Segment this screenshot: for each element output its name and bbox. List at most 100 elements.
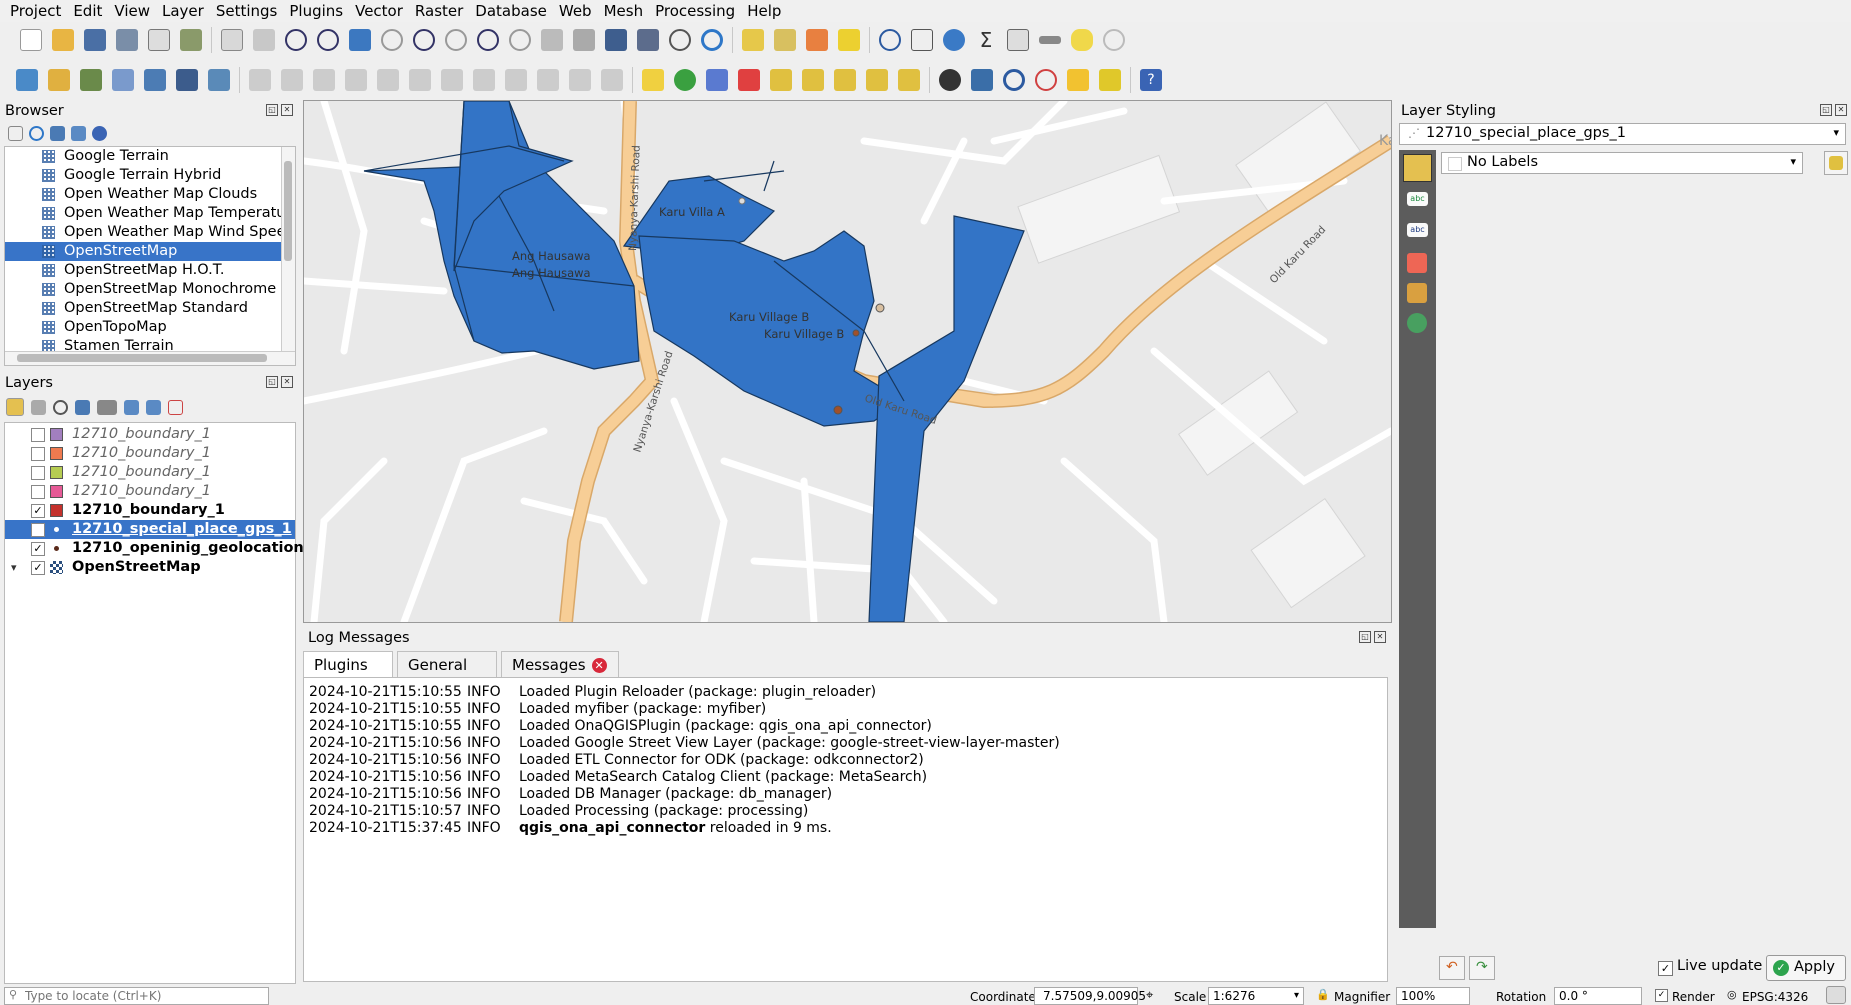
crs-button[interactable]: EPSG:4326 bbox=[1742, 990, 1808, 1004]
bookmark-icon[interactable] bbox=[605, 29, 627, 51]
digitize-icon[interactable] bbox=[208, 69, 230, 91]
move-label-icon[interactable] bbox=[770, 69, 792, 91]
menu-item-settings[interactable]: Settings bbox=[210, 0, 284, 22]
new-temporary-layer-icon[interactable] bbox=[144, 69, 166, 91]
labels-mode-combo[interactable]: No Labels ▾ bbox=[1441, 152, 1803, 174]
odk-connector-icon[interactable] bbox=[1099, 69, 1121, 91]
symbology-tab-icon[interactable] bbox=[1403, 154, 1432, 182]
new-geopackage-icon[interactable] bbox=[48, 69, 70, 91]
browser-vscrollbar[interactable] bbox=[281, 147, 295, 351]
refresh-icon[interactable] bbox=[701, 29, 723, 51]
select-features-icon[interactable] bbox=[742, 29, 764, 51]
temporal-controller-icon[interactable] bbox=[669, 29, 691, 51]
python-console-icon[interactable] bbox=[971, 69, 993, 91]
show-hide-labels-icon[interactable] bbox=[866, 69, 888, 91]
new-map-view-icon[interactable] bbox=[541, 29, 563, 51]
messages-icon[interactable] bbox=[1826, 986, 1846, 1004]
new-3d-map-icon[interactable] bbox=[573, 29, 595, 51]
save-project-icon[interactable] bbox=[84, 29, 106, 51]
browser-dock-buttons[interactable]: ◱ ✕ bbox=[266, 104, 293, 116]
modify-attributes-icon[interactable] bbox=[409, 69, 431, 91]
manage-visibility-icon[interactable] bbox=[53, 399, 68, 415]
label-properties-icon[interactable] bbox=[898, 69, 920, 91]
render-checkbox[interactable]: ✓ bbox=[1655, 989, 1668, 1002]
browser-item[interactable]: Google Terrain Hybrid bbox=[5, 166, 281, 185]
tab-general[interactable]: General✕ bbox=[397, 651, 497, 699]
log-text-area[interactable]: 2024-10-21T15:10:55 INFO Loaded Plugin Rel… bbox=[303, 677, 1388, 982]
zoom-full-icon[interactable] bbox=[349, 29, 371, 51]
open-table-icon[interactable] bbox=[1007, 29, 1029, 51]
add-selected-icon[interactable] bbox=[8, 125, 23, 141]
ona-plugin-icon[interactable] bbox=[1067, 69, 1089, 91]
open-project-icon[interactable] bbox=[52, 29, 74, 51]
zoom-in-icon[interactable] bbox=[285, 29, 307, 51]
new-spatialite-icon[interactable] bbox=[112, 69, 134, 91]
map-svg[interactable]: Karu Villa A Ang Hausawa Ang Hausawa Kar… bbox=[304, 101, 1391, 622]
undo-icon[interactable] bbox=[569, 69, 591, 91]
browser-item[interactable]: Stamen Terrain bbox=[5, 337, 281, 351]
browser-item[interactable]: Google Terrain bbox=[5, 147, 281, 166]
info-icon[interactable] bbox=[92, 125, 107, 141]
layer-row[interactable]: ✓ 12710_boundary_1 bbox=[5, 501, 295, 520]
layer-row[interactable]: 12710_boundary_1 bbox=[5, 425, 295, 444]
rotate-label-icon[interactable] bbox=[802, 69, 824, 91]
deselect-icon[interactable] bbox=[806, 29, 828, 51]
add-feature-icon[interactable] bbox=[345, 69, 367, 91]
history-tab-icon[interactable] bbox=[1407, 313, 1427, 333]
layer-row[interactable]: 12710_boundary_1 bbox=[5, 482, 295, 501]
filter-icon[interactable] bbox=[50, 125, 65, 141]
menu-item-help[interactable]: Help bbox=[741, 0, 787, 22]
masks-tab-icon[interactable]: abc bbox=[1407, 223, 1428, 237]
layer-styling-icon[interactable] bbox=[6, 398, 24, 416]
layer-visibility-checkbox[interactable]: ✓ bbox=[31, 523, 45, 537]
current-edits-icon[interactable] bbox=[281, 69, 303, 91]
zoom-native-icon[interactable] bbox=[445, 29, 467, 51]
browser-item[interactable]: Open Weather Map Wind Speed bbox=[5, 223, 281, 242]
delete-selected-icon[interactable] bbox=[441, 69, 463, 91]
menu-item-vector[interactable]: Vector bbox=[349, 0, 409, 22]
layer-visibility-checkbox[interactable]: ✓ bbox=[31, 504, 45, 518]
layer-visibility-checkbox[interactable] bbox=[31, 428, 45, 442]
toggle-editing-icon[interactable] bbox=[249, 69, 271, 91]
layer-visibility-checkbox[interactable] bbox=[31, 466, 45, 480]
apply-button[interactable]: ✓ Apply bbox=[1766, 955, 1846, 981]
label-toolbar-icon[interactable] bbox=[642, 69, 664, 91]
rotation-field[interactable]: 0.0 ° bbox=[1554, 987, 1642, 1005]
data-source-manager-icon[interactable] bbox=[16, 69, 38, 91]
tab-plugins[interactable]: Plugins✕ bbox=[303, 651, 393, 699]
measure-icon[interactable] bbox=[1039, 36, 1061, 44]
toggle-extents-icon[interactable]: ⌖ bbox=[1146, 988, 1153, 1003]
select-location-icon[interactable] bbox=[838, 29, 860, 51]
layer-select-combo[interactable]: ⋰ 12710_special_place_gps_1 ▾ bbox=[1399, 123, 1846, 145]
layers-dock-buttons[interactable]: ◱ ✕ bbox=[266, 376, 293, 388]
plugin-reloader-icon[interactable] bbox=[1003, 69, 1025, 91]
highlight-labels-icon[interactable] bbox=[738, 69, 760, 91]
map-tips-icon[interactable] bbox=[1071, 29, 1093, 51]
help-icon[interactable]: ? bbox=[1140, 69, 1162, 91]
locator-input[interactable] bbox=[4, 987, 269, 1005]
filter-legend-icon[interactable] bbox=[75, 399, 90, 415]
menu-item-layer[interactable]: Layer bbox=[156, 0, 210, 22]
collapse-all-icon[interactable] bbox=[146, 399, 161, 415]
menu-item-raster[interactable]: Raster bbox=[409, 0, 469, 22]
zoom-layer-icon[interactable] bbox=[413, 29, 435, 51]
diagrams-tab-icon[interactable] bbox=[1407, 283, 1427, 303]
pan-to-selection-icon[interactable] bbox=[253, 29, 275, 51]
layers-tree[interactable]: 12710_boundary_1 12710_boundary_1 12710_bo… bbox=[4, 422, 321, 984]
diagram-toolbar-icon[interactable] bbox=[674, 69, 696, 91]
pin-labels-icon[interactable] bbox=[706, 69, 728, 91]
browser-item[interactable]: OpenStreetMap bbox=[5, 242, 281, 261]
add-group-icon[interactable] bbox=[31, 399, 46, 415]
zoom-next-icon[interactable] bbox=[509, 29, 531, 51]
print-layout-icon[interactable] bbox=[148, 29, 170, 51]
3d-view-tab-icon[interactable] bbox=[1407, 253, 1427, 273]
layer-row[interactable]: 12710_boundary_1 bbox=[5, 463, 295, 482]
processing-toolbox-icon[interactable] bbox=[943, 29, 965, 51]
filter-expression-icon[interactable] bbox=[97, 399, 117, 415]
browser-item[interactable]: OpenTopoMap bbox=[5, 318, 281, 337]
layer-row[interactable]: 12710_boundary_1 bbox=[5, 444, 295, 463]
redo-icon[interactable] bbox=[601, 69, 623, 91]
redo-button[interactable]: ↷ bbox=[1469, 956, 1495, 980]
browser-hscrollbar[interactable] bbox=[5, 351, 295, 365]
layer-visibility-checkbox[interactable] bbox=[31, 447, 45, 461]
